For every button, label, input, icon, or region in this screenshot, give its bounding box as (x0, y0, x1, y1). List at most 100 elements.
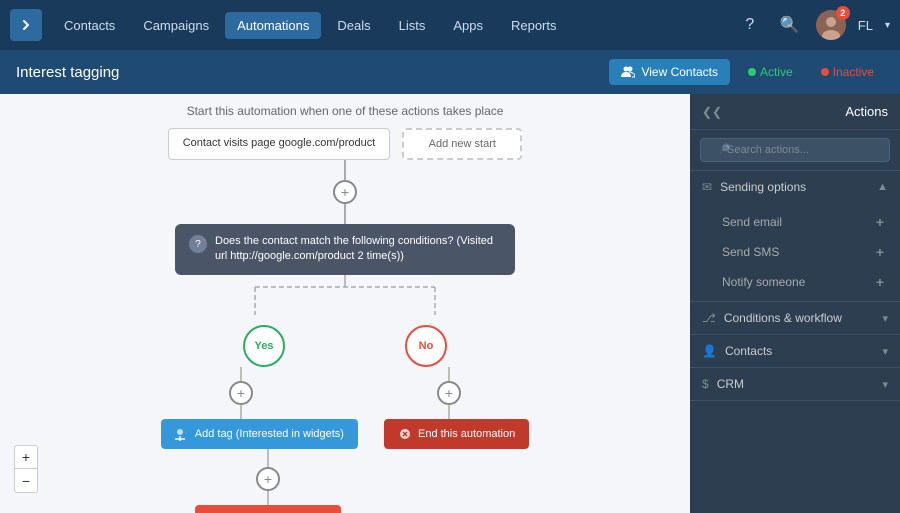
sidebar-item-send-email[interactable]: Send email + (690, 207, 900, 237)
nav-items: Contacts Campaigns Automations Deals Lis… (52, 12, 736, 39)
condition-question-icon: ? (189, 235, 207, 253)
sidebar-item-send-sms[interactable]: Send SMS + (690, 237, 900, 267)
nav-campaigns[interactable]: Campaigns (131, 12, 221, 39)
add-btn-no[interactable]: + (437, 381, 461, 405)
start-boxes: Contact visits page google.com/product A… (168, 128, 523, 160)
view-contacts-label: View Contacts (641, 65, 717, 79)
nav-deals[interactable]: Deals (325, 12, 382, 39)
zoom-in-btn[interactable]: + (14, 445, 38, 469)
add-btn-bottom[interactable]: + (256, 467, 280, 491)
status-inactive-badge[interactable]: Inactive (811, 61, 884, 83)
sidebar-items-sending: Send email + Send SMS + Notify someone + (690, 203, 900, 301)
sidebar-collapse-btn[interactable]: ❮❮ (702, 105, 722, 119)
sidebar-section-conditions-label: Conditions & workflow (724, 311, 842, 325)
sidebar-section-conditions-header[interactable]: ⎇ Conditions & workflow ▾ (690, 302, 900, 334)
connector-1: + (333, 160, 357, 224)
sidebar-header: ❮❮ Actions (690, 94, 900, 130)
top-nav: Contacts Campaigns Automations Deals Lis… (0, 0, 900, 50)
sidebar-title: Actions (845, 104, 888, 119)
yes-no-row: Yes No (243, 325, 447, 367)
yes-branch[interactable]: Yes (243, 325, 285, 367)
help-icon[interactable]: ? (736, 11, 764, 39)
zoom-controls: + − (14, 445, 38, 493)
start-box-add[interactable]: Add new start (402, 128, 522, 160)
add-tag-label: Add tag (Interested in widgets) (195, 428, 344, 440)
sub-header-right: View Contacts Active Inactive (609, 59, 884, 85)
sidebar-section-contacts-label: Contacts (725, 344, 772, 358)
nav-apps[interactable]: Apps (441, 12, 495, 39)
main-layout: Start this automation when one of these … (0, 94, 900, 513)
sidebar-section-crm-label: CRM (717, 377, 744, 391)
end-automation-label: End this automation (418, 428, 515, 440)
condition-text: Does the contact match the following con… (215, 234, 501, 265)
nav-collapse-btn[interactable] (10, 9, 42, 41)
sub-header: Interest tagging View Contacts Active In… (0, 50, 900, 94)
sidebar-section-conditions: ⎇ Conditions & workflow ▾ (690, 302, 900, 335)
conditions-toggle-icon: ▾ (882, 312, 888, 325)
sidebar-section-title-row-crm: $ CRM (702, 377, 744, 391)
no-branch[interactable]: No (405, 325, 447, 367)
active-dot (748, 68, 756, 76)
sidebar-section-crm-header[interactable]: $ CRM ▾ (690, 368, 900, 400)
no-connector: + (389, 367, 509, 419)
search-icon-wrap (700, 138, 890, 162)
avatar-wrapper[interactable]: 2 (816, 10, 846, 40)
zoom-out-btn[interactable]: − (14, 469, 38, 493)
sidebar-section-contacts-header[interactable]: 👤 Contacts ▾ (690, 335, 900, 367)
notification-badge: 2 (836, 6, 850, 20)
add-tag-button[interactable]: Add tag (Interested in widgets) (161, 419, 358, 449)
user-label[interactable]: FL (858, 18, 873, 33)
nav-automations[interactable]: Automations (225, 12, 321, 39)
send-sms-label: Send SMS (722, 245, 779, 259)
nav-contacts[interactable]: Contacts (52, 12, 127, 39)
crm-toggle-icon: ▾ (882, 378, 888, 391)
canvas-area[interactable]: Start this automation when one of these … (0, 94, 690, 513)
view-contacts-button[interactable]: View Contacts (609, 59, 729, 85)
nav-right: ? 🔍 2 FL ▾ (736, 10, 890, 40)
yes-connector: + (181, 367, 301, 419)
add-btn-1[interactable]: + (333, 180, 357, 204)
search-icon[interactable]: 🔍 (776, 11, 804, 39)
nav-lists[interactable]: Lists (387, 12, 438, 39)
bottom-connector: + (256, 449, 280, 505)
notify-add-icon: + (876, 274, 884, 290)
branch-connectors: + + (181, 367, 509, 419)
end-automation2-wrapper: End this automation (195, 505, 340, 513)
inactive-dot (821, 68, 829, 76)
sending-toggle-icon: ▲ (877, 181, 888, 193)
crm-icon: $ (702, 377, 709, 391)
condition-box[interactable]: ? Does the contact match the following c… (175, 224, 515, 275)
send-email-label: Send email (722, 215, 782, 229)
nav-reports[interactable]: Reports (499, 12, 569, 39)
end-automation2-button[interactable]: End this automation (195, 505, 340, 513)
sidebar-section-sending: ✉ Sending options ▲ Send email + Send SM… (690, 171, 900, 302)
start-box-visit[interactable]: Contact visits page google.com/product (168, 128, 391, 160)
sidebar-section-sending-label: Sending options (720, 180, 806, 194)
sending-icon: ✉ (702, 180, 712, 194)
sidebar-item-notify[interactable]: Notify someone + (690, 267, 900, 297)
add-btn-yes[interactable]: + (229, 381, 253, 405)
status-active-badge[interactable]: Active (738, 61, 803, 83)
sidebar-section-crm: $ CRM ▾ (690, 368, 900, 401)
page-title: Interest tagging (16, 64, 119, 81)
line-1 (344, 160, 346, 180)
search-input[interactable] (700, 138, 890, 162)
user-chevron-icon: ▾ (885, 20, 890, 31)
flow-container: Start this automation when one of these … (0, 94, 690, 513)
right-sidebar: ❮❮ Actions ✉ Sending options ▲ Send emai… (690, 94, 900, 513)
inactive-label: Inactive (833, 65, 874, 79)
sidebar-search (690, 130, 900, 171)
flow-header-text: Start this automation when one of these … (187, 104, 504, 118)
sidebar-section-title-row-contacts: 👤 Contacts (702, 344, 772, 358)
send-sms-add-icon: + (876, 244, 884, 260)
end-automation-button[interactable]: End this automation (384, 419, 529, 449)
contacts-toggle-icon: ▾ (882, 345, 888, 358)
sidebar-section-contacts: 👤 Contacts ▾ (690, 335, 900, 368)
sidebar-section-title-row-sending: ✉ Sending options (702, 180, 806, 194)
sidebar-section-sending-header[interactable]: ✉ Sending options ▲ (690, 171, 900, 203)
line-2 (344, 204, 346, 224)
send-email-add-icon: + (876, 214, 884, 230)
notify-label: Notify someone (722, 275, 805, 289)
sidebar-section-title-row-conditions: ⎇ Conditions & workflow (702, 311, 842, 325)
action-buttons-row: Add tag (Interested in widgets) End this… (161, 419, 529, 449)
